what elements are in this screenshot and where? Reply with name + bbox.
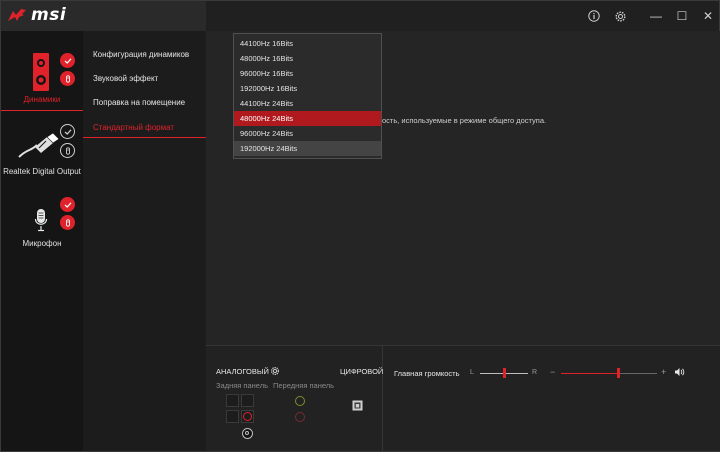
active-device-indicator: [1, 110, 83, 111]
digital-label: ЦИФРОВОЙ: [340, 367, 384, 376]
title-controls: — ☐ ✕: [581, 1, 720, 31]
msi-dragon-icon: [8, 9, 26, 21]
front-panel-label: Передняя панель: [273, 381, 335, 390]
maximize-button[interactable]: ☐: [669, 6, 695, 26]
default-device-check-icon[interactable]: [60, 53, 75, 68]
volume-slider-thumb[interactable]: [617, 368, 621, 378]
title-bar: msi — ☐ ✕: [1, 1, 720, 31]
mic-communication-icon[interactable]: [60, 215, 75, 230]
format-option[interactable]: 192000Hz 16Bits: [234, 81, 381, 96]
set-default-check-icon[interactable]: [60, 124, 75, 139]
bottom-bar: АНАЛОГОВЫЙ ЦИФРОВОЙ Задняя панель Передн…: [206, 345, 720, 452]
device-digital-output[interactable]: Realtek Digital Output: [1, 115, 83, 195]
format-dropdown-list[interactable]: 44100Hz 16Bits 48000Hz 16Bits 96000Hz 16…: [233, 33, 382, 159]
default-communication-icon[interactable]: [60, 71, 75, 86]
rear-panel-label: Задняя панель: [216, 381, 269, 390]
balance-right-label: R: [532, 369, 538, 376]
format-option[interactable]: 48000Hz 16Bits: [234, 51, 381, 66]
speaker-icon: [33, 53, 49, 91]
submenu-item-room-correction[interactable]: Поправка на помещение: [93, 98, 185, 107]
device-label-digital-output: Realtek Digital Output: [3, 167, 81, 176]
rear-jack-black[interactable]: [242, 428, 253, 439]
submenu-item-default-format[interactable]: Стандартный формат: [93, 123, 174, 132]
speaker-jack-icon: [243, 412, 252, 421]
info-icon[interactable]: [581, 6, 607, 26]
volume-slider-fill: [561, 373, 619, 374]
format-option[interactable]: 96000Hz 24Bits: [234, 126, 381, 141]
connector-panel: АНАЛОГОВЫЙ ЦИФРОВОЙ Задняя панель Передн…: [206, 346, 383, 452]
balance-left-label: L: [470, 369, 474, 376]
spdif-port-icon[interactable]: [352, 400, 363, 411]
device-speakers[interactable]: Динамики: [1, 31, 83, 111]
device-label-microphone: Микрофон: [22, 239, 62, 248]
rear-jack-slot[interactable]: [241, 394, 254, 407]
submenu-item-sound-effect[interactable]: Звуковой эффект: [93, 74, 158, 83]
volume-plus-label[interactable]: +: [661, 367, 666, 377]
submenu-item-speaker-config[interactable]: Конфигурация динамиков: [93, 50, 189, 59]
speaker-submenu: Конфигурация динамиков Звуковой эффект П…: [83, 31, 206, 451]
format-option[interactable]: 96000Hz 16Bits: [234, 66, 381, 81]
rear-jack-speaker-out[interactable]: [241, 410, 254, 423]
front-jack-headphone[interactable]: [295, 396, 305, 406]
device-microphone[interactable]: Микрофон: [1, 191, 83, 271]
volume-minus-label[interactable]: −: [550, 367, 555, 377]
default-format-description: ость, используемые в режиме общего досту…: [382, 116, 547, 125]
format-option-selected[interactable]: 48000Hz 24Bits: [234, 111, 381, 126]
format-option-hovered[interactable]: 192000Hz 24Bits: [234, 141, 381, 156]
close-button[interactable]: ✕: [695, 6, 720, 26]
gear-icon[interactable]: [607, 6, 633, 26]
device-label-speakers: Динамики: [23, 95, 61, 104]
speaker-volume-icon[interactable]: [674, 367, 685, 377]
app-logo-text: msi: [31, 5, 67, 25]
app-window: msi — ☐ ✕ Динамики Realtek Digital Outpu…: [0, 0, 720, 452]
set-communication-icon[interactable]: [60, 143, 75, 158]
mic-default-check-icon[interactable]: [60, 197, 75, 212]
gear-icon[interactable]: [270, 366, 280, 376]
minimize-button[interactable]: —: [643, 6, 669, 26]
microphone-icon: [34, 209, 48, 232]
analog-label: АНАЛОГОВЫЙ: [216, 367, 269, 376]
rear-jack-slot[interactable]: [226, 394, 239, 407]
active-submenu-indicator: [83, 137, 206, 138]
device-list: Динамики Realtek Digital Output Микрофон: [1, 31, 83, 451]
front-jack-mic[interactable]: [295, 412, 305, 422]
balance-slider-thumb[interactable]: [502, 368, 506, 378]
format-option[interactable]: 44100Hz 24Bits: [234, 96, 381, 111]
optical-cable-icon: [18, 132, 60, 158]
master-volume-label: Главная громкость: [394, 369, 460, 378]
rear-jack-slot[interactable]: [226, 410, 239, 423]
logo-area: msi: [1, 1, 206, 31]
format-option[interactable]: 44100Hz 16Bits: [234, 36, 381, 51]
